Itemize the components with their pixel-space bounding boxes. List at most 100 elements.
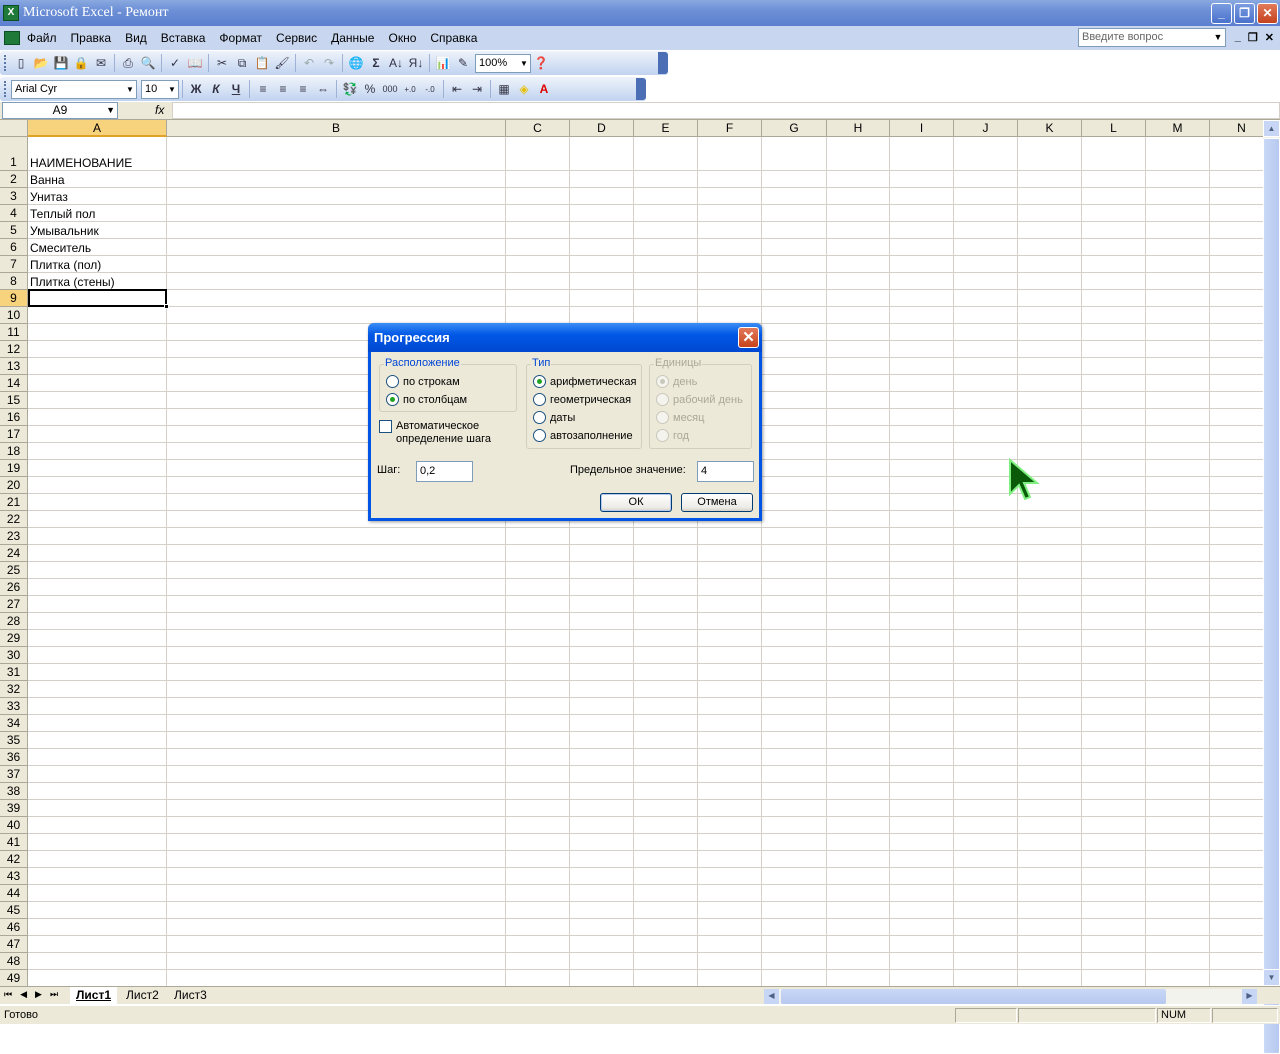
scroll-up-icon[interactable]: ▲ bbox=[1263, 120, 1280, 137]
bold-button[interactable]: Ж bbox=[186, 79, 206, 99]
menu-data[interactable]: Данные bbox=[324, 27, 381, 49]
save-icon[interactable]: 💾 bbox=[51, 53, 71, 73]
italic-button[interactable]: К bbox=[206, 79, 226, 99]
restore-button[interactable]: ❐ bbox=[1234, 3, 1255, 24]
hyperlink-icon[interactable]: 🌐 bbox=[346, 53, 366, 73]
minimize-button[interactable]: _ bbox=[1211, 3, 1232, 24]
first-sheet-icon[interactable]: ⏮ bbox=[4, 989, 12, 1000]
ok-button[interactable]: ОК bbox=[600, 493, 672, 512]
chevron-down-icon[interactable]: ▼ bbox=[166, 81, 178, 98]
column-header-a[interactable]: A bbox=[28, 120, 167, 137]
name-box[interactable]: A9 ▼ bbox=[2, 102, 118, 119]
column-header-c[interactable]: C bbox=[506, 120, 570, 137]
column-header-n[interactable]: N bbox=[1210, 120, 1263, 137]
currency-icon[interactable]: 💱 bbox=[340, 79, 360, 99]
undo-icon[interactable]: ↶ bbox=[299, 53, 319, 73]
row-header-9[interactable]: 9 bbox=[0, 290, 28, 307]
column-header-m[interactable]: M bbox=[1146, 120, 1210, 137]
row-header-29[interactable]: 29 bbox=[0, 630, 28, 647]
row-header-6[interactable]: 6 bbox=[0, 239, 28, 256]
cell-a3[interactable]: Унитаз bbox=[30, 190, 68, 204]
toolbar-grip[interactable] bbox=[4, 81, 7, 97]
zoom-select[interactable]: 100% ▼ bbox=[475, 53, 531, 73]
merge-center-icon[interactable]: ⇔ bbox=[313, 79, 333, 99]
cut-icon[interactable]: ✂ bbox=[212, 53, 232, 73]
toolbar-grip[interactable] bbox=[4, 55, 7, 71]
fill-color-icon[interactable]: ◈ bbox=[514, 79, 534, 99]
font-color-icon[interactable]: A bbox=[534, 79, 554, 99]
limit-input[interactable]: 4 bbox=[697, 461, 754, 482]
drawing-icon[interactable]: ✎ bbox=[453, 53, 473, 73]
row-header-47[interactable]: 47 bbox=[0, 936, 28, 953]
fill-handle[interactable] bbox=[164, 304, 169, 309]
radio-rows[interactable]: по строкам bbox=[386, 375, 460, 388]
cell-a5[interactable]: Умывальник bbox=[30, 224, 99, 238]
menu-insert[interactable]: Вставка bbox=[154, 27, 213, 49]
new-icon[interactable]: ▯ bbox=[11, 53, 31, 73]
decrease-decimal-icon[interactable]: -.0 bbox=[420, 79, 440, 99]
radio-columns[interactable]: по столбцам bbox=[386, 393, 467, 406]
workbook-restore-button[interactable]: ❐ bbox=[1248, 31, 1258, 44]
column-header-f[interactable]: F bbox=[698, 120, 762, 137]
cell-a6[interactable]: Смеситель bbox=[30, 241, 91, 255]
menu-edit[interactable]: Правка bbox=[64, 27, 119, 49]
row-header-39[interactable]: 39 bbox=[0, 800, 28, 817]
scroll-down-icon[interactable]: ▼ bbox=[1263, 969, 1280, 986]
print-icon[interactable]: ⎙ bbox=[118, 53, 138, 73]
paste-icon[interactable]: 📋 bbox=[252, 53, 272, 73]
radio-arithmetic[interactable]: арифметическая bbox=[533, 375, 636, 388]
auto-step-checkbox-box[interactable] bbox=[379, 420, 392, 433]
row-header-13[interactable]: 13 bbox=[0, 358, 28, 375]
scroll-right-icon[interactable]: ▶ bbox=[1242, 989, 1257, 1004]
dialog-title-bar[interactable]: Прогрессия ✕ bbox=[368, 323, 762, 352]
cell-a7[interactable]: Плитка (пол) bbox=[30, 258, 101, 272]
row-header-26[interactable]: 26 bbox=[0, 579, 28, 596]
row-header-31[interactable]: 31 bbox=[0, 664, 28, 681]
copy-icon[interactable]: ⧉ bbox=[232, 53, 252, 73]
borders-icon[interactable]: ▦ bbox=[494, 79, 514, 99]
radio-columns-indicator[interactable] bbox=[386, 393, 399, 406]
insert-function-icon[interactable]: fx bbox=[155, 103, 164, 117]
open-icon[interactable]: 📂 bbox=[31, 53, 51, 73]
format-painter-icon[interactable]: 🖌 bbox=[272, 53, 292, 73]
row-header-16[interactable]: 16 bbox=[0, 409, 28, 426]
percent-icon[interactable]: % bbox=[360, 79, 380, 99]
row-header-44[interactable]: 44 bbox=[0, 885, 28, 902]
row-header-10[interactable]: 10 bbox=[0, 307, 28, 324]
row-header-27[interactable]: 27 bbox=[0, 596, 28, 613]
row-header-33[interactable]: 33 bbox=[0, 698, 28, 715]
column-header-j[interactable]: J bbox=[954, 120, 1018, 137]
column-header-e[interactable]: E bbox=[634, 120, 698, 137]
toolbar-options[interactable] bbox=[658, 52, 668, 74]
chart-wizard-icon[interactable]: 📊 bbox=[433, 53, 453, 73]
spelling-icon[interactable]: ✓ bbox=[165, 53, 185, 73]
workbook-icon[interactable] bbox=[4, 31, 20, 45]
radio-dates[interactable]: даты bbox=[533, 411, 575, 424]
row-header-45[interactable]: 45 bbox=[0, 902, 28, 919]
font-size-select[interactable]: 10 ▼ bbox=[141, 79, 179, 99]
next-sheet-icon[interactable]: ▶ bbox=[35, 989, 42, 1000]
menu-view[interactable]: Вид bbox=[118, 27, 154, 49]
select-all-button[interactable] bbox=[0, 120, 28, 137]
radio-geometric-indicator[interactable] bbox=[533, 393, 546, 406]
step-input[interactable]: 0,2 bbox=[416, 461, 473, 482]
auto-step-checkbox[interactable]: Автоматическое определение шага bbox=[379, 420, 491, 446]
workbook-minimize-button[interactable]: _ bbox=[1235, 31, 1241, 44]
row-header-41[interactable]: 41 bbox=[0, 834, 28, 851]
workbook-close-button[interactable]: ✕ bbox=[1265, 31, 1274, 44]
sheet-tab-3[interactable]: Лист3 bbox=[168, 987, 213, 1004]
chevron-down-icon[interactable]: ▼ bbox=[1211, 29, 1225, 46]
column-header-d[interactable]: D bbox=[570, 120, 634, 137]
worksheet-grid[interactable]: A B C D E F G H I J K L M N 1 2 3 4 5 6 7 8 9 10 11 12 13 14 15 16 17 1… bbox=[0, 120, 1263, 986]
radio-dates-indicator[interactable] bbox=[533, 411, 546, 424]
row-header-23[interactable]: 23 bbox=[0, 528, 28, 545]
row-header-21[interactable]: 21 bbox=[0, 494, 28, 511]
last-sheet-icon[interactable]: ⏭ bbox=[50, 989, 58, 1000]
row-header-32[interactable]: 32 bbox=[0, 681, 28, 698]
cell-a1[interactable]: НАИМЕНОВАНИЕ bbox=[30, 156, 132, 170]
row-header-40[interactable]: 40 bbox=[0, 817, 28, 834]
horizontal-scrollbar[interactable]: ◀ ▶ bbox=[764, 989, 1257, 1004]
row-header-43[interactable]: 43 bbox=[0, 868, 28, 885]
row-header-49[interactable]: 49 bbox=[0, 970, 28, 986]
cell-a4[interactable]: Теплый пол bbox=[30, 207, 95, 221]
